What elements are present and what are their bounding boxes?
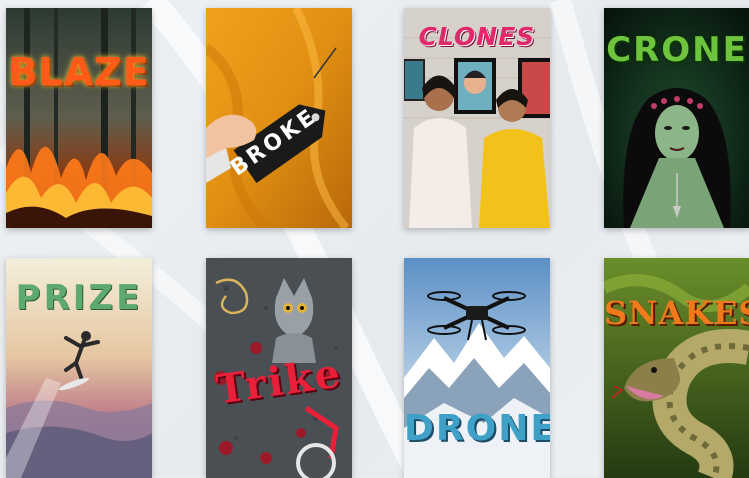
- book-title: PRIZE: [15, 278, 143, 318]
- book-cover-clones[interactable]: CLONES: [404, 8, 550, 228]
- book-cover-crone[interactable]: CRONE: [604, 8, 749, 228]
- book-cover-snakes[interactable]: SNAKES: [604, 258, 749, 478]
- book-cover-trike[interactable]: Trike: [206, 258, 352, 478]
- book-title: SNAKES: [604, 294, 749, 332]
- snakes-cover-art: [604, 258, 749, 478]
- book-cover-drones[interactable]: DRONES: [404, 258, 550, 478]
- book-title: DRONES: [404, 408, 550, 449]
- book-cover-prize[interactable]: PRIZE: [6, 258, 152, 478]
- book-cover-broke[interactable]: BROKE: [206, 8, 352, 228]
- blaze-cover-art: [6, 8, 152, 228]
- book-title: CRONE: [606, 30, 748, 70]
- book-title: BLAZE: [8, 50, 150, 94]
- book-title: CLONES: [418, 22, 536, 51]
- book-cover-blaze[interactable]: BLAZE: [6, 8, 152, 228]
- broke-cover-art: [206, 8, 352, 228]
